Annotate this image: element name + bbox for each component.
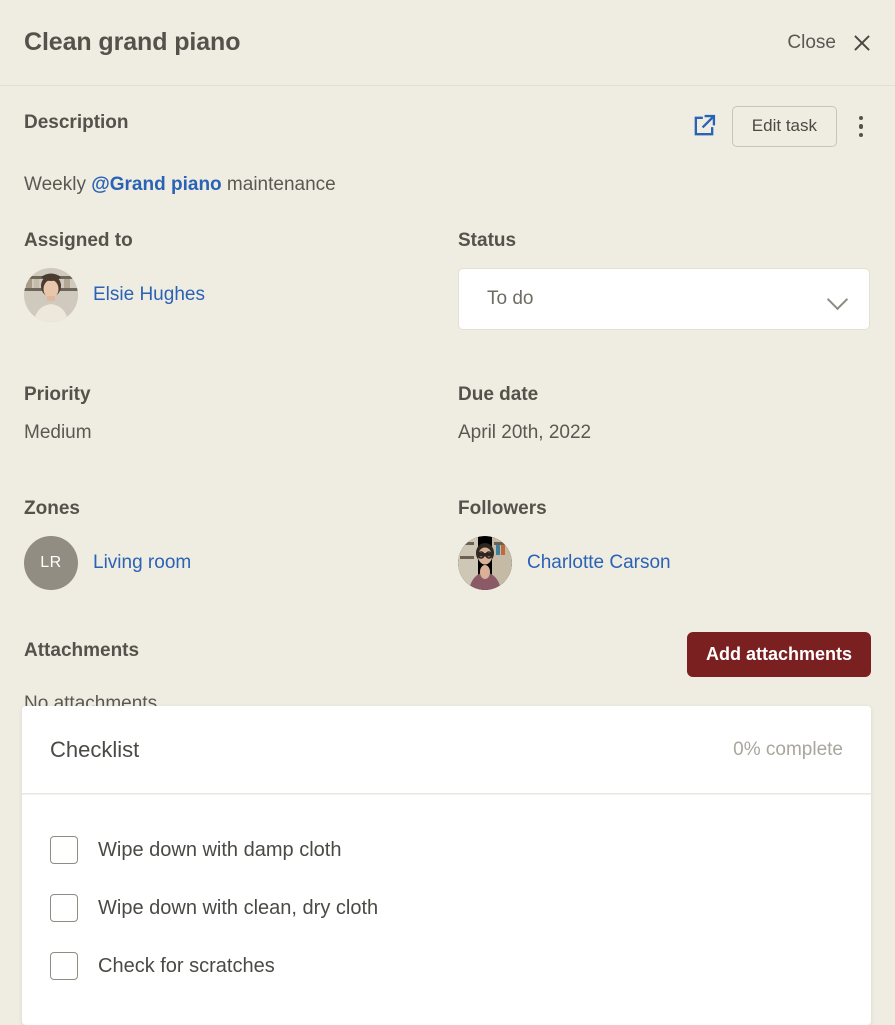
list-item[interactable]: Check for scratches: [50, 937, 843, 995]
kebab-menu-icon[interactable]: [851, 111, 871, 141]
field-row-assigned-status: Assigned to Elsie Hughes Status To do: [24, 230, 871, 330]
assigned-to-label: Assigned to: [24, 229, 133, 251]
field-priority: Priority Medium: [24, 384, 458, 444]
attachments-row: Attachments Add attachments: [24, 631, 871, 678]
field-zones: Zones LR Living room: [24, 498, 458, 590]
avatar: [458, 535, 512, 590]
description-text-before: Weekly: [24, 174, 92, 195]
followers-label: Followers: [458, 497, 547, 519]
priority-label: Priority: [24, 383, 91, 405]
field-status: Status To do: [458, 230, 871, 330]
follower-person-name[interactable]: Charlotte Carson: [527, 552, 671, 574]
mention-link[interactable]: @Grand piano: [91, 174, 221, 195]
avatar: [24, 267, 78, 322]
list-item[interactable]: Wipe down with damp cloth: [50, 821, 843, 879]
checklist-item-label: Wipe down with damp cloth: [98, 838, 342, 861]
follower-value[interactable]: Charlotte Carson: [458, 535, 871, 590]
panel-header: Clean grand piano Close: [0, 0, 895, 86]
list-item[interactable]: Wipe down with clean, dry cloth: [50, 879, 843, 937]
checklist-item-label: Check for scratches: [98, 954, 275, 977]
status-select-value: To do: [487, 287, 534, 309]
description-text-after: maintenance: [221, 174, 336, 195]
zones-label: Zones: [24, 497, 80, 519]
checklist-header: Checklist 0% complete: [22, 706, 871, 794]
task-detail-panel: Clean grand piano Close Description Edit…: [0, 0, 895, 1025]
field-followers: Followers Charlotte Carson: [458, 498, 871, 590]
chevron-down-icon[interactable]: [827, 292, 849, 305]
checklist-item-label: Wipe down with clean, dry cloth: [98, 896, 379, 919]
checklist-card: Checklist 0% complete Wipe down with dam…: [22, 706, 871, 1025]
description-label: Description: [24, 112, 129, 133]
field-row-zones-followers: Zones LR Living room Followers Charlotte…: [24, 498, 871, 590]
checkbox[interactable]: [50, 836, 78, 864]
edit-task-button[interactable]: Edit task: [731, 106, 837, 147]
attachments-label: Attachments: [24, 639, 140, 661]
description-row: Description Edit task: [24, 106, 871, 156]
due-date-label: Due date: [458, 383, 539, 405]
status-select[interactable]: To do: [458, 267, 870, 330]
field-due-date: Due date April 20th, 2022: [458, 384, 871, 444]
page-title: Clean grand piano: [24, 28, 241, 56]
add-attachments-button[interactable]: Add attachments: [686, 631, 871, 678]
external-link-icon[interactable]: [690, 112, 718, 140]
checkbox[interactable]: [50, 952, 78, 980]
zone-name[interactable]: Living room: [93, 552, 191, 574]
close-button[interactable]: Close: [787, 32, 873, 54]
assigned-to-person-name[interactable]: Elsie Hughes: [93, 284, 205, 306]
zone-initials-avatar: LR: [24, 535, 78, 590]
due-date-value: April 20th, 2022: [458, 421, 592, 443]
zone-value[interactable]: LR Living room: [24, 535, 458, 590]
status-label: Status: [458, 229, 517, 251]
priority-value: Medium: [24, 421, 92, 443]
close-button-label: Close: [787, 31, 836, 53]
checklist-progress: 0% complete: [733, 738, 843, 760]
checklist-items: Wipe down with damp cloth Wipe down with…: [22, 794, 871, 1025]
assigned-to-value[interactable]: Elsie Hughes: [24, 267, 458, 322]
description-text: Weekly @Grand piano maintenance: [24, 172, 871, 198]
close-icon[interactable]: [851, 32, 873, 54]
field-assigned-to: Assigned to Elsie Hughes: [24, 230, 458, 330]
checkbox[interactable]: [50, 894, 78, 922]
description-actions: Edit task: [690, 106, 871, 147]
checklist-title: Checklist: [50, 736, 140, 762]
field-row-priority-due: Priority Medium Due date April 20th, 202…: [24, 384, 871, 444]
